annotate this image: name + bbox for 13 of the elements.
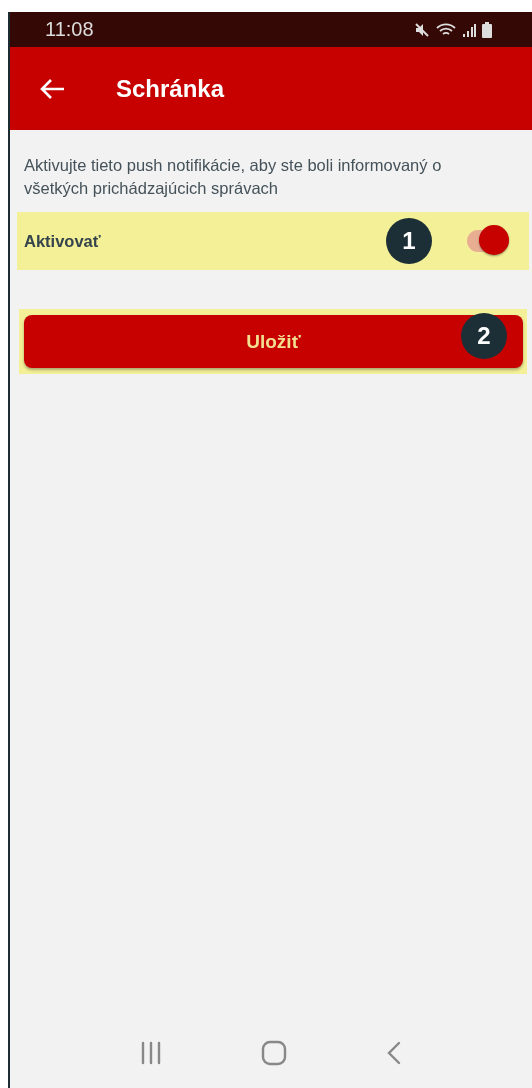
status-time: 11:08: [45, 18, 94, 41]
annotation-marker: 1: [386, 218, 432, 264]
mute-icon: [414, 21, 430, 38]
back-icon[interactable]: [386, 1041, 403, 1065]
home-icon[interactable]: [261, 1040, 287, 1066]
screen-title: Schránka: [116, 74, 225, 103]
wifi-icon: [436, 21, 456, 38]
setting-label: Aktivovať: [24, 231, 101, 251]
back-arrow-icon[interactable]: [40, 77, 66, 100]
battery-icon: [482, 21, 492, 38]
description-text: Aktivujte tieto push notifikácie, aby ste boli informovaný o všetkých prichádzajúcich správach: [24, 155, 443, 199]
recent-apps-icon[interactable]: [139, 1041, 162, 1065]
signal-icon: [462, 21, 476, 38]
